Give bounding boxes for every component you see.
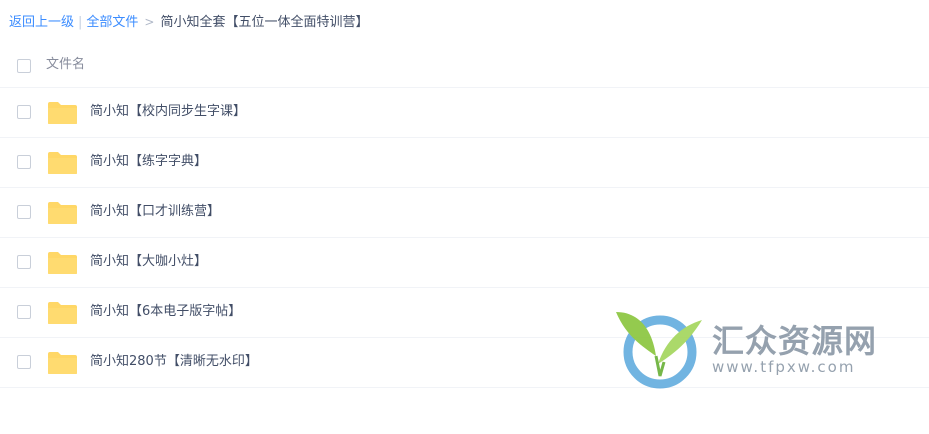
watermark: 汇众资源网 www.tfpxw.com (612, 306, 902, 396)
all-files-link[interactable]: 全部文件 (86, 15, 138, 30)
folder-icon (48, 252, 77, 274)
file-name[interactable]: 简小知【大咖小灶】 (90, 252, 207, 272)
file-name[interactable]: 简小知【6本电子版字帖】 (90, 302, 241, 322)
select-all-checkbox[interactable] (17, 59, 31, 73)
file-row[interactable]: 简小知【练字字典】 (0, 138, 929, 188)
file-row[interactable]: 简小知【大咖小灶】 (0, 238, 929, 288)
breadcrumb: 返回上一级 | 全部文件 > 简小知全套【五位一体全面特训营】 (9, 11, 369, 33)
folder-icon (48, 102, 77, 124)
folder-icon (48, 302, 77, 324)
watermark-title: 汇众资源网 (712, 322, 878, 360)
row-checkbox[interactable] (17, 255, 31, 269)
file-name[interactable]: 简小知【校内同步生字课】 (90, 102, 246, 122)
row-checkbox[interactable] (17, 105, 31, 119)
row-checkbox[interactable] (17, 205, 31, 219)
file-name[interactable]: 简小知280节【清晰无水印】 (90, 352, 258, 372)
breadcrumb-separator: | (78, 15, 83, 30)
watermark-logo-icon (616, 312, 702, 389)
file-name[interactable]: 简小知【练字字典】 (90, 152, 207, 172)
file-row[interactable]: 简小知【校内同步生字课】 (0, 88, 929, 138)
file-list-header: 文件名 (0, 40, 929, 88)
folder-icon (48, 352, 77, 374)
row-checkbox[interactable] (17, 155, 31, 169)
back-link[interactable]: 返回上一级 (9, 15, 74, 30)
watermark-url: www.tfpxw.com (712, 358, 856, 376)
folder-icon (48, 152, 77, 174)
row-checkbox[interactable] (17, 355, 31, 369)
file-row[interactable]: 简小知【口才训练营】 (0, 188, 929, 238)
breadcrumb-arrow: > (144, 15, 155, 29)
row-checkbox[interactable] (17, 305, 31, 319)
name-column-header[interactable]: 文件名 (46, 55, 85, 75)
file-browser: 返回上一级 | 全部文件 > 简小知全套【五位一体全面特训营】 文件名 简小知【校内同步… (0, 0, 929, 434)
folder-icon (48, 202, 77, 224)
breadcrumb-current: 简小知全套【五位一体全面特训营】 (160, 15, 369, 30)
file-name[interactable]: 简小知【口才训练营】 (90, 202, 220, 222)
